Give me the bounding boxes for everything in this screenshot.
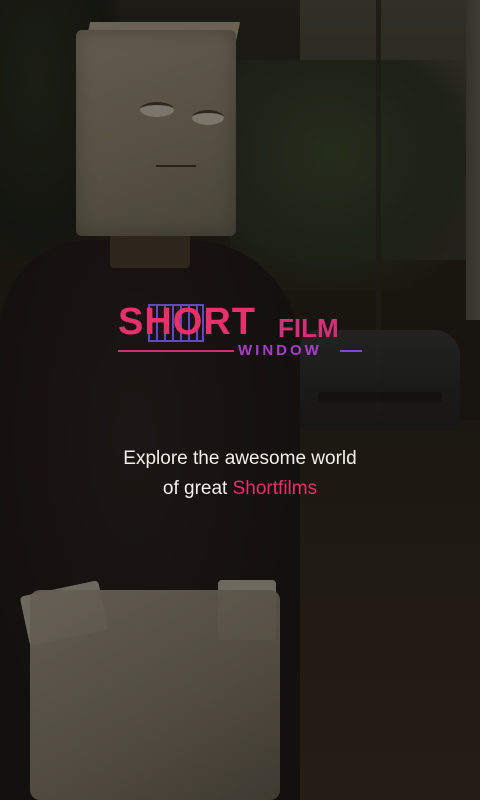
tagline-line-2: of great Shortfilms bbox=[0, 474, 480, 504]
logo-divider bbox=[118, 350, 234, 352]
tagline-line-2-prefix: of great bbox=[162, 478, 233, 499]
tagline: Explore the awesome world of great Short… bbox=[0, 444, 480, 504]
dark-overlay bbox=[0, 0, 480, 800]
splash-screen: SHORT FILM WINDOW Explore the awesome wo… bbox=[0, 0, 480, 800]
logo-short-text: SHORT bbox=[118, 301, 256, 343]
logo-film-text: FILM bbox=[278, 313, 339, 343]
app-logo: SHORT FILM WINDOW bbox=[118, 300, 368, 380]
tagline-line-1: Explore the awesome world bbox=[123, 448, 357, 469]
logo-window-text: WINDOW bbox=[238, 342, 322, 359]
logo-divider-right bbox=[340, 350, 362, 352]
tagline-accent: Shortfilms bbox=[232, 478, 318, 499]
